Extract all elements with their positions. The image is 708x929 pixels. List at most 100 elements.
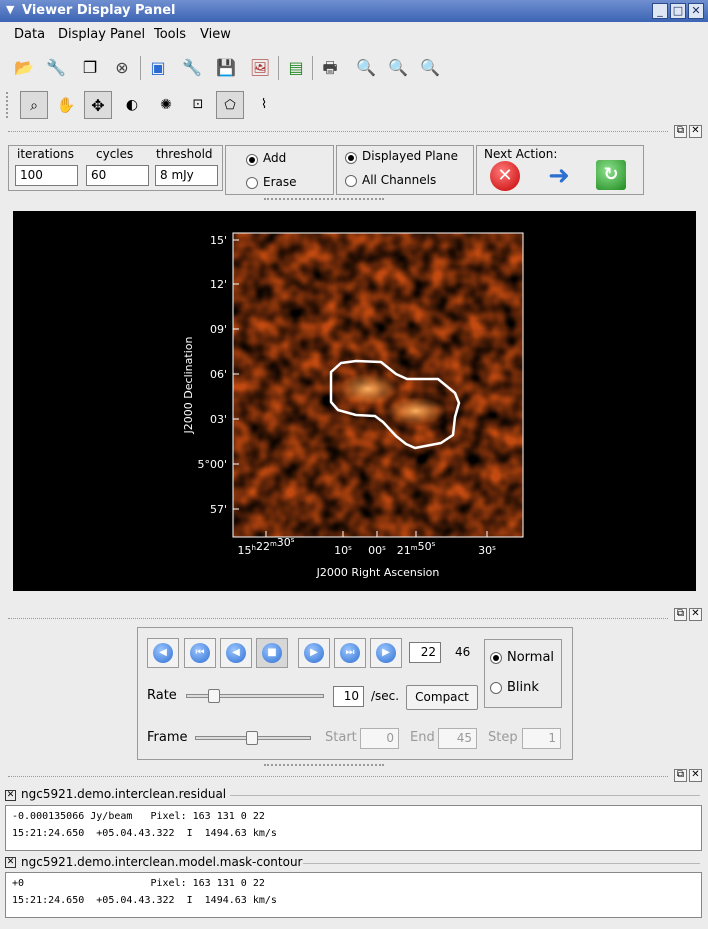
dock-controls-3[interactable]: ⧉ ✕: [672, 769, 702, 782]
pan-tool-icon[interactable]: ✋: [52, 91, 80, 119]
refresh-icon[interactable]: ↻: [596, 160, 626, 190]
close-tracking-icon[interactable]: ✕: [5, 790, 16, 801]
rectangle-region-icon[interactable]: ⊡: [184, 91, 212, 119]
polyline-tool-icon[interactable]: ⌇: [250, 91, 278, 119]
zoom-fit-icon[interactable]: 🔍: [352, 54, 380, 82]
normal-radio[interactable]: [490, 652, 502, 664]
export-image-icon[interactable]: 🖼: [246, 54, 274, 82]
threshold-label: threshold: [156, 147, 213, 161]
x-tick-label: 15h22m30s: [238, 536, 295, 557]
rate-slider[interactable]: [186, 694, 324, 698]
y-tick-label: 09': [210, 323, 227, 336]
preferences-icon[interactable]: 🔧: [178, 54, 206, 82]
rate-input[interactable]: 10: [333, 686, 364, 707]
animator-panel: ◀ ⏮ ◀ ■ ▶ ⏭ ▶ 22 46 Normal Blink Rate 10…: [137, 627, 573, 760]
mask-mode-group: Add Erase: [225, 145, 334, 195]
dock-controls-2[interactable]: ⧉ ✕: [672, 608, 702, 621]
window-menu-icon[interactable]: ▼: [6, 3, 14, 16]
step-back-icon: ◀: [226, 643, 246, 663]
play-forward-button[interactable]: ▶: [370, 638, 402, 668]
x-axis-label: J2000 Right Ascension: [316, 566, 440, 579]
threshold-input[interactable]: 8 mJy: [155, 165, 218, 186]
y-tick-label: 12': [210, 278, 227, 291]
iterations-label: iterations: [17, 147, 74, 161]
crosshair-tool-icon[interactable]: ✥: [84, 91, 112, 119]
start-input: 0: [360, 728, 399, 749]
menu-tools[interactable]: Tools: [154, 27, 186, 42]
window-title: Viewer Display Panel: [22, 3, 176, 18]
save-icon[interactable]: 💾: [212, 54, 240, 82]
step-back-button[interactable]: ◀: [220, 638, 252, 668]
stop-clean-icon[interactable]: ✕: [490, 161, 520, 191]
zoom-out-icon[interactable]: 🔍: [416, 54, 444, 82]
image-panel: [232, 232, 524, 538]
rewind-button[interactable]: ◀: [147, 638, 179, 668]
title-bar: ▼ Viewer Display Panel _ □ ✕: [0, 0, 708, 22]
erase-radio[interactable]: [246, 177, 258, 189]
minimize-icon[interactable]: _: [652, 3, 668, 19]
all-channels-label: All Channels: [362, 173, 437, 187]
anim-mode-group: Normal Blink: [484, 639, 562, 708]
new-panel-icon[interactable]: ▣: [144, 54, 172, 82]
x-tick-label: 30s: [478, 544, 496, 557]
end-input: 45: [438, 728, 477, 749]
y-tick-label: 06': [210, 368, 227, 381]
next-action-group: Next Action: ✕ ➜ ↻: [476, 145, 644, 195]
frame-total: 46: [455, 645, 471, 659]
print-icon[interactable]: 🖶: [316, 54, 344, 82]
tracking-value-line: -0.000135066 Jy/beam Pixel: 163 131 0 22: [12, 811, 265, 822]
tracking-value-line: +0 Pixel: 163 131 0 22: [12, 878, 265, 889]
wrench-icon[interactable]: 🔧: [42, 54, 70, 82]
y-axis-label: J2000 Declination: [182, 337, 195, 435]
emission-blob: [386, 397, 446, 425]
compact-button[interactable]: Compact: [406, 685, 478, 710]
colormap-tool-icon[interactable]: ✺: [152, 91, 180, 119]
skip-forward-icon: ⏭: [340, 643, 360, 663]
all-channels-radio[interactable]: [345, 175, 357, 187]
tracking-coord-line: 15:21:24.650 +05.04.43.322 I 1494.63 km/…: [12, 828, 277, 839]
rate-label: Rate: [147, 688, 177, 703]
tracking-title-1: ngc5921.demo.interclean.residual: [21, 787, 227, 801]
polygon-region-icon[interactable]: ⬠: [216, 91, 244, 119]
add-radio[interactable]: [246, 154, 258, 166]
close-icon[interactable]: ✕: [688, 3, 704, 19]
y-tick-label: 03': [210, 413, 227, 426]
step-input: 1: [522, 728, 561, 749]
tracking-box-1: -0.000135066 Jy/beam Pixel: 163 131 0 22…: [5, 805, 702, 851]
zoom-in-icon[interactable]: 🔍: [384, 54, 412, 82]
iterations-input[interactable]: 100: [15, 165, 78, 186]
sky-plot[interactable]: 15' 12' 09' 06' 03' 5°00' 57' 15h22m30s 10s 00s 2…: [13, 211, 696, 591]
copy-panel-icon[interactable]: ❐: [76, 54, 104, 82]
frame-number-input[interactable]: 22: [409, 642, 441, 663]
zoom-tool-icon[interactable]: ⌕: [20, 91, 48, 119]
dock-controls-1[interactable]: ⧉ ✕: [672, 125, 702, 138]
save-restore-icon[interactable]: ▤: [282, 54, 310, 82]
to-end-button[interactable]: ⏭: [334, 638, 366, 668]
x-tick-label: 21m50s: [397, 540, 436, 557]
menu-display-panel[interactable]: Display Panel: [58, 27, 145, 42]
step-forward-button[interactable]: ▶: [298, 638, 330, 668]
tracking-coord-line: 15:21:24.650 +05.04.43.322 I 1494.63 km/…: [12, 895, 277, 906]
open-folder-icon[interactable]: 📂: [10, 54, 38, 82]
frame-label: Frame: [147, 730, 188, 745]
blink-label: Blink: [507, 680, 539, 695]
close-tracking-icon[interactable]: ✕: [5, 857, 16, 868]
menu-view[interactable]: View: [200, 27, 231, 42]
rate-slider-handle[interactable]: [207, 689, 220, 703]
rewind-icon: ◀: [153, 643, 173, 663]
maximize-icon[interactable]: □: [670, 3, 686, 19]
continue-arrow-icon[interactable]: ➜: [544, 161, 574, 191]
close-circle-icon[interactable]: ⊗: [108, 54, 136, 82]
menu-data[interactable]: Data: [14, 27, 45, 42]
frame-slider-handle[interactable]: [245, 731, 258, 745]
stop-button[interactable]: ■: [256, 638, 288, 668]
skip-back-icon: ⏮: [190, 643, 210, 663]
displayed-plane-radio[interactable]: [345, 152, 357, 164]
cycles-label: cycles: [96, 147, 134, 161]
cycles-input[interactable]: 60: [86, 165, 149, 186]
image-display[interactable]: 15' 12' 09' 06' 03' 5°00' 57' 15h22m30s 10s 00s 2…: [13, 211, 696, 591]
contrast-tool-icon[interactable]: ◐: [118, 91, 146, 119]
rate-unit: /sec.: [371, 689, 400, 703]
blink-radio[interactable]: [490, 682, 502, 694]
to-start-button[interactable]: ⏮: [184, 638, 216, 668]
